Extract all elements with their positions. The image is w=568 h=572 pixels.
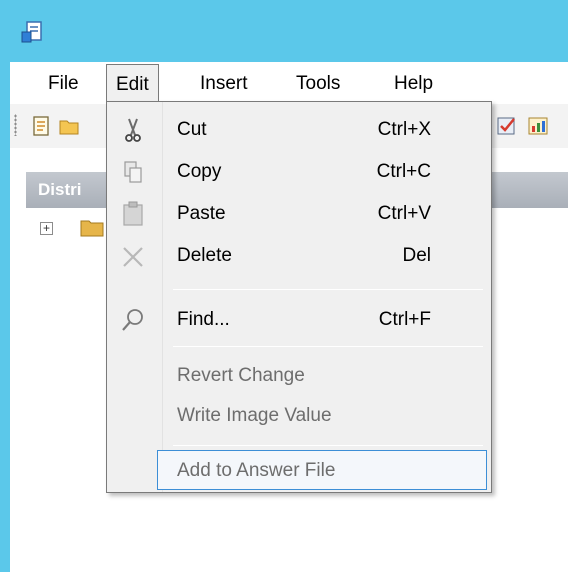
find-icon	[122, 309, 143, 331]
copy-icon	[124, 161, 142, 183]
app-icon[interactable]	[20, 20, 44, 44]
scissors-icon	[125, 118, 141, 142]
title-bar	[0, 0, 568, 62]
tree-expand-icon[interactable]: +	[40, 222, 53, 235]
menu-item-find[interactable]: Find... Ctrl+F	[107, 300, 491, 340]
menu-item-label: Find...	[177, 309, 230, 330]
menu-item-paste[interactable]: Paste Ctrl+V	[107, 194, 491, 234]
menu-item-label: Delete	[177, 245, 232, 266]
menu-item-shortcut: Ctrl+C	[376, 161, 431, 182]
window-border	[0, 62, 10, 572]
menu-item-cut[interactable]: Cut Ctrl+X	[107, 110, 491, 150]
toolbar-grip[interactable]	[14, 114, 17, 136]
menu-edit[interactable]: Edit	[106, 64, 159, 104]
menu-item-label: Revert Change	[177, 365, 305, 386]
menu-item-shortcut: Del	[402, 245, 431, 266]
menu-item-label: Write Image Value	[177, 405, 332, 426]
menu-insert[interactable]: Insert	[200, 73, 248, 95]
menu-tools[interactable]: Tools	[296, 73, 340, 95]
menu-item-add-to-answer-file[interactable]: Add to Answer File	[157, 450, 487, 490]
menu-separator	[173, 346, 483, 347]
menu-item-shortcut: Ctrl+F	[378, 309, 431, 330]
menu-item-label: Cut	[177, 119, 207, 140]
menu-separator	[173, 445, 483, 446]
menu-help[interactable]: Help	[394, 73, 433, 95]
menu-item-label: Add to Answer File	[177, 460, 336, 481]
folder-icon	[80, 220, 104, 237]
validate-icon[interactable]	[495, 114, 519, 138]
menu-item-delete[interactable]: Delete Del	[107, 236, 491, 276]
menu-item-label: Paste	[177, 203, 226, 224]
new-icon[interactable]	[30, 114, 54, 138]
window-bottom	[10, 560, 568, 572]
menu-file[interactable]: File	[48, 73, 79, 95]
menu-item-write-image-value[interactable]: Write Image Value	[107, 396, 491, 436]
menu-item-revert-change[interactable]: Revert Change	[107, 356, 491, 396]
delete-icon	[123, 247, 143, 267]
chart-icon[interactable]	[526, 114, 550, 138]
paste-icon	[123, 201, 143, 226]
menu-item-shortcut: Ctrl+V	[377, 203, 431, 224]
menu-bar: File Edit Insert Tools Help	[10, 62, 568, 104]
edit-menu-dropdown: Cut Ctrl+X Copy Ctrl+C Paste Ctrl+V Dele…	[106, 101, 492, 493]
menu-item-shortcut: Ctrl+X	[377, 119, 431, 140]
menu-item-copy[interactable]: Copy Ctrl+C	[107, 152, 491, 192]
menu-separator	[173, 289, 483, 290]
open-icon[interactable]	[58, 114, 82, 138]
menu-item-label: Copy	[177, 161, 222, 182]
